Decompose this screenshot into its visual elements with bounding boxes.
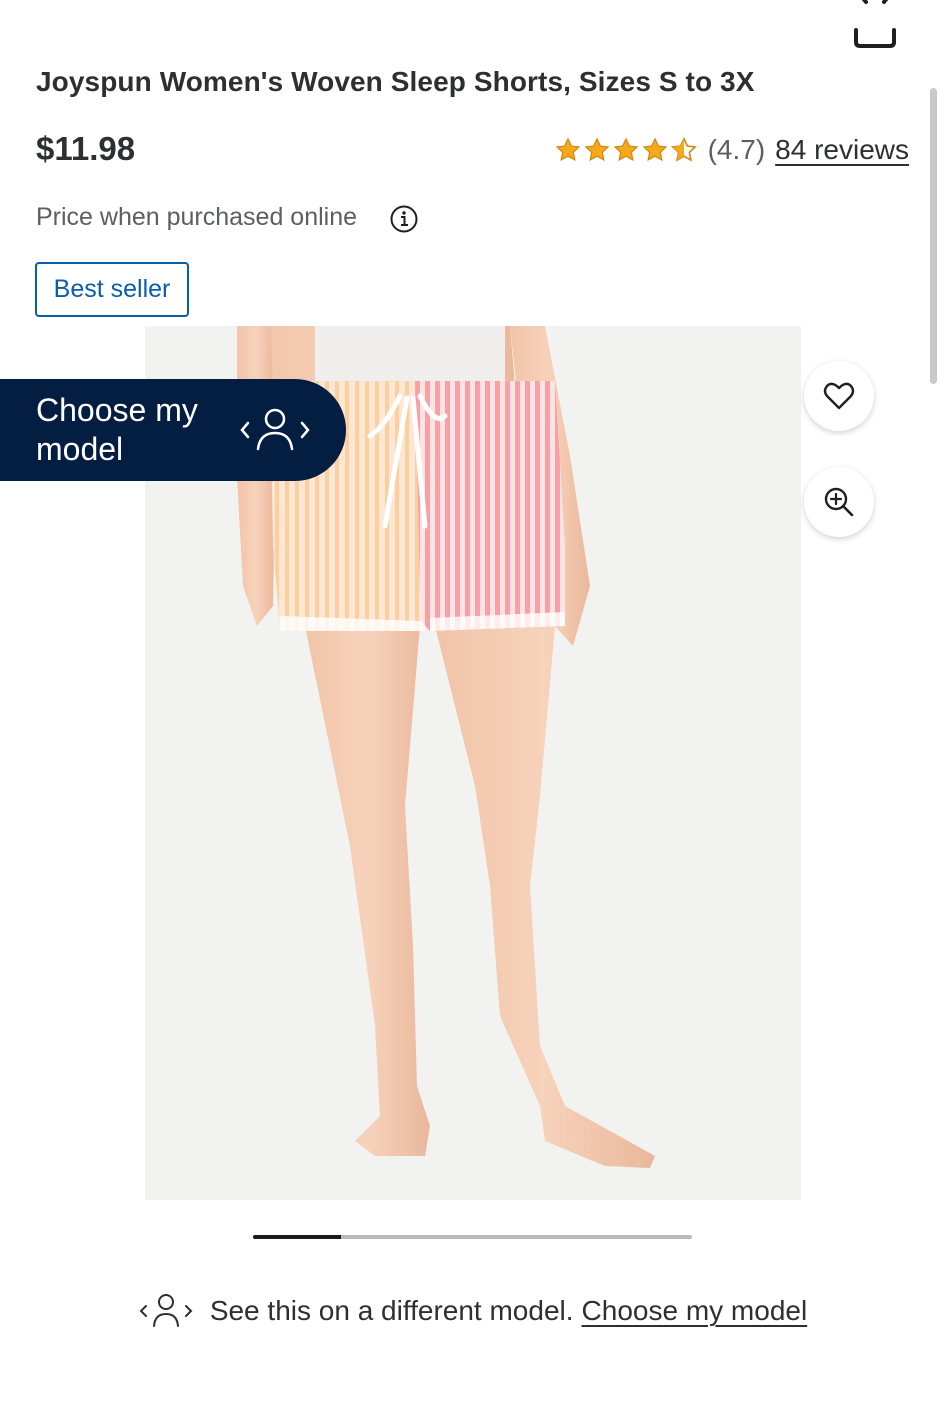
product-title: Joyspun Women's Woven Sleep Shorts, Size…	[36, 66, 755, 97]
star-full-icon	[642, 137, 667, 162]
choose-model-button[interactable]: Choose my model	[0, 379, 346, 481]
heart-icon	[823, 382, 855, 410]
zoom-in-icon	[824, 487, 854, 517]
product-price: $11.98	[36, 130, 136, 167]
different-model-text: See this on a different model.	[209, 1295, 574, 1326]
star-full-icon	[555, 137, 580, 162]
product-rating[interactable]: (4.7) 84 reviews	[554, 130, 909, 170]
price-note: Price when purchased online	[36, 203, 358, 231]
choose-model-label: Choose my model	[36, 392, 198, 467]
image-carousel-progress[interactable]	[253, 1235, 692, 1239]
info-icon[interactable]	[389, 204, 419, 234]
zoom-button[interactable]	[804, 467, 874, 537]
best-seller-badge: Best seller	[35, 262, 189, 317]
reviews-link[interactable]: 84 reviews	[775, 134, 909, 166]
different-model-prompt: See this on a different model. Choose my…	[0, 1290, 945, 1332]
star-half-icon	[670, 137, 697, 162]
choose-model-link[interactable]: Choose my model	[582, 1295, 808, 1327]
carousel-progress-fill	[253, 1235, 341, 1239]
rating-stars	[554, 136, 698, 164]
person-swap-icon	[240, 408, 310, 451]
favorite-button[interactable]	[804, 361, 874, 431]
cart-icon[interactable]	[852, 0, 898, 50]
star-full-icon	[584, 137, 609, 162]
person-swap-icon	[139, 1294, 193, 1327]
page-scrollbar[interactable]	[930, 88, 937, 384]
rating-value: (4.7)	[707, 134, 766, 165]
star-full-icon	[613, 137, 638, 162]
